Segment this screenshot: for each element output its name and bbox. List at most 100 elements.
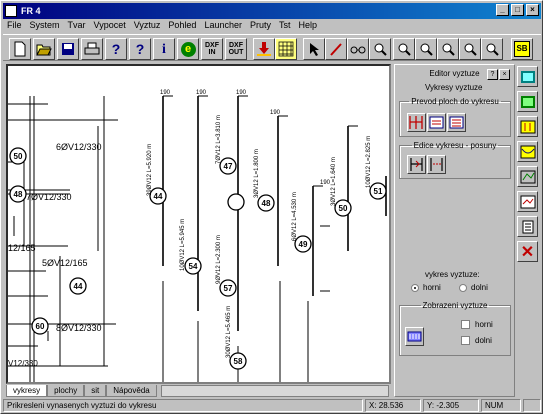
bar-label: 7ØV12/330 bbox=[26, 192, 72, 202]
checkbox-horni[interactable] bbox=[461, 320, 470, 329]
tool-delete-button[interactable]: ✕ bbox=[517, 241, 538, 262]
move-button[interactable] bbox=[407, 155, 426, 174]
minimize-button[interactable]: _ bbox=[496, 4, 509, 16]
bubble-label: 47 bbox=[224, 162, 233, 171]
menu-vypocet[interactable]: Vypocet bbox=[94, 19, 126, 32]
sb-button[interactable]: SB bbox=[511, 38, 533, 60]
tool-graph-button[interactable] bbox=[517, 191, 538, 212]
new-file-icon bbox=[14, 41, 26, 57]
printer-icon bbox=[84, 42, 100, 55]
view-button[interactable] bbox=[347, 38, 369, 60]
bar-text: 10ØV12 L=5.945 m bbox=[180, 219, 186, 271]
tab-plochy[interactable]: plochy bbox=[47, 385, 85, 397]
window-title: FR 4 bbox=[21, 6, 41, 16]
bubble-label: 50 bbox=[339, 204, 348, 213]
bar-text: 10ØV12 L=2.825 m bbox=[366, 136, 372, 188]
menu-tst[interactable]: Tst bbox=[279, 19, 291, 32]
folder-open-icon bbox=[36, 44, 52, 56]
bubble-label: 58 bbox=[234, 357, 243, 366]
menu-system[interactable]: System bbox=[30, 19, 60, 32]
bar-text: 7ØV12 L=3.810 m bbox=[216, 115, 222, 164]
bar-label: V12/330 bbox=[8, 359, 38, 368]
tool-view-button[interactable] bbox=[517, 66, 538, 87]
deflection-icon bbox=[520, 145, 535, 158]
menu-launcher[interactable]: Launcher bbox=[204, 19, 242, 32]
menu-help[interactable]: Help bbox=[299, 19, 318, 32]
zoom-window-button[interactable] bbox=[459, 38, 481, 60]
prevod-top-button[interactable] bbox=[427, 113, 446, 132]
transfer-icon bbox=[409, 116, 423, 129]
dim-label: 190 bbox=[160, 90, 171, 96]
tab-napoveda[interactable]: Nápověda bbox=[106, 385, 157, 397]
app-window: FR 4 _ □ × File System Tvar Vypocet Vyzt… bbox=[0, 0, 543, 414]
zoom-all-button[interactable] bbox=[437, 38, 459, 60]
bar-text: 39ØV12 L=5.920 m bbox=[147, 144, 153, 196]
prevod-all-button[interactable] bbox=[407, 113, 426, 132]
panel-close-button[interactable]: × bbox=[499, 69, 510, 80]
menu-pruty[interactable]: Pruty bbox=[250, 19, 271, 32]
grid-toggle-button[interactable] bbox=[275, 38, 297, 60]
new-file-button[interactable] bbox=[9, 38, 31, 60]
tool-deflection-button[interactable] bbox=[517, 141, 538, 162]
save-button[interactable] bbox=[57, 38, 79, 60]
toolbar: ? ? i e DXF IN DXF OUT SB bbox=[3, 34, 541, 61]
menu-file[interactable]: File bbox=[7, 19, 22, 32]
radio-dolni[interactable] bbox=[459, 284, 467, 292]
tab-vykresy[interactable]: vykresy bbox=[6, 385, 48, 397]
glasses-icon bbox=[350, 46, 366, 54]
status-x-coordinate: X: 28.536 bbox=[365, 399, 421, 412]
app-icon bbox=[5, 5, 17, 17]
dim-label: 190 bbox=[236, 90, 247, 96]
reinforcement-drawing: 50 48 44 60 44 47 48 49 50 51 54 57 58 6… bbox=[8, 90, 387, 382]
help-button[interactable]: ? bbox=[105, 38, 127, 60]
menu-pohled[interactable]: Pohled bbox=[168, 19, 196, 32]
grid-icon bbox=[278, 41, 294, 57]
dxf-out-button[interactable]: DXF OUT bbox=[225, 38, 247, 60]
bubble-label: 44 bbox=[154, 192, 163, 201]
select-button[interactable] bbox=[303, 38, 325, 60]
move-copy-button[interactable] bbox=[427, 155, 446, 174]
dim-label: 190 bbox=[270, 110, 281, 116]
report-icon bbox=[522, 220, 533, 233]
drawing-canvas[interactable]: 50 48 44 60 44 47 48 49 50 51 54 57 58 6… bbox=[6, 64, 391, 384]
zoom-out-button[interactable] bbox=[415, 38, 437, 60]
status-num-lock: NUM bbox=[481, 399, 521, 412]
maximize-button[interactable]: □ bbox=[511, 4, 524, 16]
launcher-e-button[interactable]: e bbox=[177, 38, 199, 60]
menu-tvar[interactable]: Tvar bbox=[68, 19, 86, 32]
checkbox-dolni[interactable] bbox=[461, 336, 470, 345]
line-arrow-icon bbox=[330, 43, 342, 56]
bubble-label: 57 bbox=[224, 284, 233, 293]
transfer-top-icon bbox=[429, 116, 444, 129]
tool-results-button[interactable] bbox=[517, 166, 538, 187]
import-button[interactable] bbox=[253, 38, 275, 60]
info-button[interactable]: i bbox=[153, 38, 175, 60]
print-button[interactable] bbox=[81, 38, 103, 60]
radio-horni[interactable] bbox=[411, 284, 419, 292]
zoom-in-button[interactable] bbox=[393, 38, 415, 60]
radio-dolni-label: dolni bbox=[471, 283, 488, 292]
transfer-bottom-icon bbox=[449, 116, 464, 129]
tool-edit-button[interactable] bbox=[517, 91, 538, 112]
panel-help-button[interactable]: ? bbox=[487, 69, 498, 80]
close-button[interactable]: × bbox=[526, 4, 539, 16]
tab-sit[interactable]: sit bbox=[84, 385, 107, 397]
zoom-button[interactable] bbox=[369, 38, 391, 60]
zoom-previous-button[interactable] bbox=[481, 38, 503, 60]
context-help-button[interactable]: ? bbox=[129, 38, 151, 60]
draw-line-button[interactable] bbox=[325, 38, 347, 60]
dxf-in-button[interactable]: DXF IN bbox=[201, 38, 223, 60]
open-file-button[interactable] bbox=[33, 38, 55, 60]
horizontal-scrollbar[interactable] bbox=[161, 385, 389, 397]
tool-load-button[interactable] bbox=[517, 116, 538, 137]
bubble-label: 48 bbox=[14, 190, 23, 199]
status-resize-grip[interactable] bbox=[523, 399, 541, 412]
prevod-bottom-button[interactable] bbox=[447, 113, 466, 132]
tool-report-button[interactable] bbox=[517, 216, 538, 237]
e-icon: e bbox=[180, 41, 196, 57]
red-x-icon: ✕ bbox=[520, 243, 535, 261]
menu-vyztuz[interactable]: Vyztuz bbox=[134, 19, 161, 32]
edit-plate-icon bbox=[520, 95, 535, 108]
display-button[interactable] bbox=[405, 327, 424, 346]
status-y-coordinate: Y: -2.305 bbox=[423, 399, 479, 412]
